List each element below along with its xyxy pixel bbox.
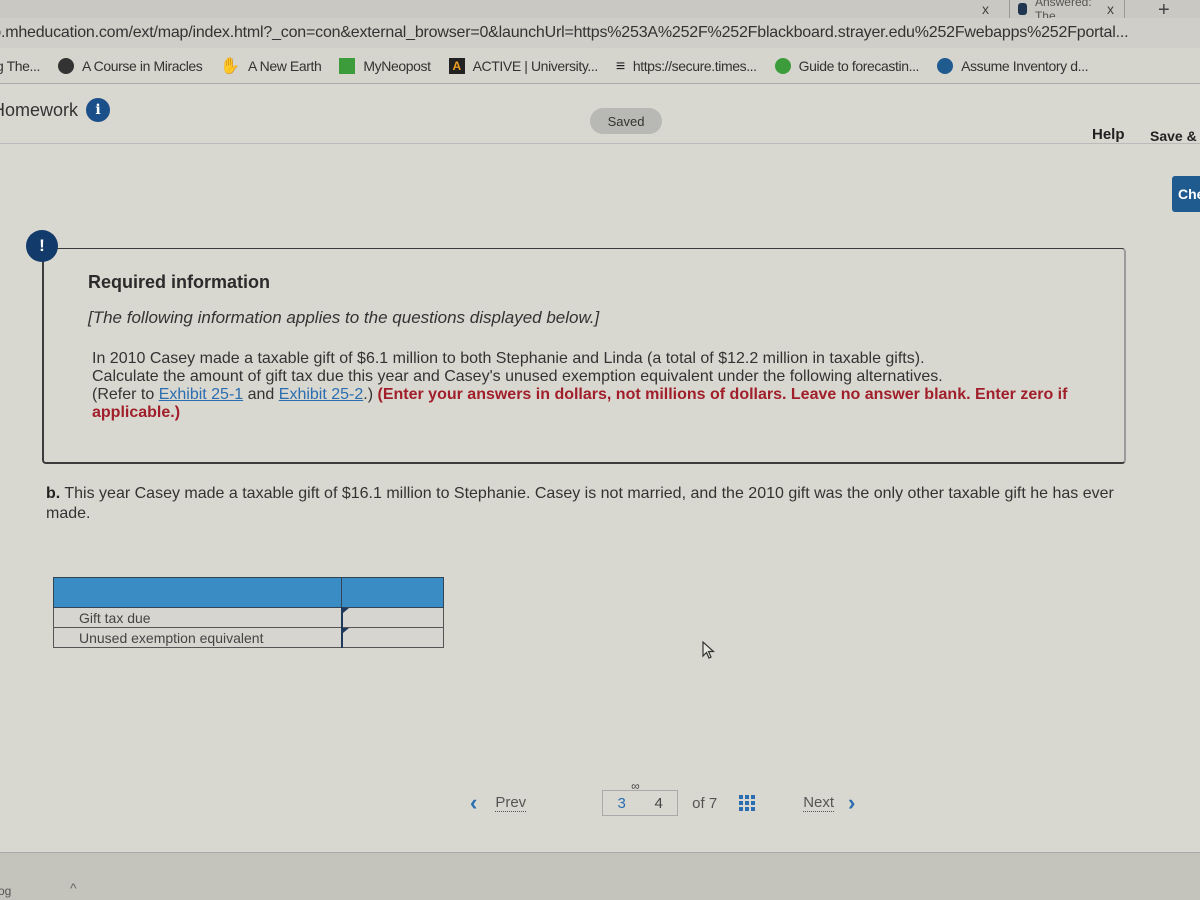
browser-tab[interactable]: x (930, 0, 1010, 18)
browser-tab-answered[interactable]: Answered: The x (1010, 0, 1125, 23)
hand-icon: ✋ (220, 57, 240, 75)
prev-label: Prev (495, 794, 527, 812)
bookmark-course-in-miracles[interactable]: A Course in Miracles (58, 57, 203, 74)
next-label: Next (803, 794, 835, 812)
pagination: ‹ Prev ∞ 3 4 of 7 Next › (470, 779, 855, 816)
row-label: Unused exemption equivalent (53, 627, 342, 648)
bookmark-label: Guide to forecastin... (798, 57, 920, 74)
header-cell-label (53, 577, 342, 608)
active-icon: A (448, 57, 465, 74)
prev-button[interactable]: ‹ Prev (470, 790, 527, 816)
bookmark-new-earth[interactable]: ✋ A New Earth (220, 56, 321, 76)
next-button[interactable]: Next › (803, 790, 855, 816)
page-number-4[interactable]: 4 (655, 795, 663, 812)
neopost-icon (339, 57, 356, 74)
required-info-note: [The following information applies to th… (88, 308, 600, 327)
header-cell-value (341, 577, 444, 608)
bookmark-label: MyNeopost (363, 57, 431, 74)
homework-title: Homework (0, 99, 79, 120)
gift-tax-due-cell[interactable] (340, 607, 444, 628)
assume-icon (937, 57, 954, 74)
saved-status-badge: Saved (590, 108, 662, 134)
bookmark-label: A Course in Miracles (82, 57, 203, 74)
table-row-gift-tax-due: Gift tax due (53, 607, 444, 628)
chevron-left-icon: ‹ (470, 790, 478, 815)
address-bar[interactable]: to.mheducation.com/ext/map/index.html?_c… (0, 18, 1200, 48)
mouse-cursor-icon (702, 641, 716, 659)
bookmark-assume-inventory[interactable]: Assume Inventory d... (937, 57, 1089, 74)
tab-strip: x Answered: The x + (0, 0, 1200, 23)
and-text: and (243, 386, 279, 403)
close-tab-icon[interactable]: x (1107, 1, 1114, 17)
bottom-bar (0, 852, 1200, 900)
bookmark-guide-forecasting[interactable]: Guide to forecastin... (774, 57, 920, 74)
caret-up-icon[interactable]: ^ (70, 880, 77, 896)
info-icon[interactable]: i (86, 98, 111, 122)
exhibit-25-1-link[interactable]: Exhibit 25-1 (159, 386, 244, 403)
bookmark-item[interactable]: g The... (0, 58, 40, 74)
bookmark-myneopost[interactable]: MyNeopost (339, 57, 431, 74)
question-label: b. (46, 485, 61, 502)
body-refer-line: (Refer to Exhibit 25-1 and Exhibit 25-2.… (92, 386, 1072, 422)
question-text: b. This year Casey made a taxable gift o… (46, 484, 1116, 524)
page-title: Homework i (0, 98, 111, 122)
bookmark-label: A New Earth (247, 57, 322, 74)
page-selector: ∞ 3 4 (602, 779, 679, 816)
bookmark-label: g The... (0, 57, 41, 74)
check-my-work-button[interactable]: Che (1172, 176, 1200, 212)
link-icon: ∞ (631, 779, 640, 793)
table-header-row (53, 577, 444, 608)
unused-exemption-cell[interactable] (340, 627, 444, 648)
url-text[interactable]: to.mheducation.com/ext/map/index.html?_c… (0, 24, 1129, 42)
unused-exemption-input[interactable] (342, 628, 443, 647)
refer-suffix: .) (363, 386, 378, 403)
chevron-right-icon: › (848, 790, 856, 815)
exhibit-25-2-link[interactable]: Exhibit 25-2 (279, 386, 364, 403)
footer-text: og (0, 884, 12, 898)
required-info-body: In 2010 Casey made a taxable gift of $6.… (92, 350, 1072, 422)
refer-prefix: (Refer to (92, 386, 159, 403)
table-row-unused-exemption: Unused exemption equivalent (53, 627, 444, 648)
times-icon: ≡ (615, 57, 625, 75)
gift-tax-due-input[interactable] (342, 608, 443, 627)
bookmark-label: ACTIVE | University... (472, 57, 599, 74)
page-header: Homework i Saved Help Save & E (0, 84, 1200, 144)
question-body: This year Casey made a taxable gift of $… (46, 485, 1114, 522)
bookmark-secure-times[interactable]: ≡ https://secure.times... (615, 57, 757, 75)
globe-icon (58, 57, 75, 74)
alert-icon: ! (26, 230, 58, 262)
page-total: of 7 (692, 794, 718, 812)
required-info-title: Required information (88, 272, 271, 292)
bookmark-active-university[interactable]: A ACTIVE | University... (448, 57, 599, 74)
body-line-1: In 2010 Casey made a taxable gift of $6.… (92, 350, 925, 367)
bookmark-label: https://secure.times... (632, 57, 757, 74)
row-label: Gift tax due (53, 607, 342, 628)
body-line-2: Calculate the amount of gift tax due thi… (92, 368, 943, 385)
bookmarks-bar: g The... A Course in Miracles ✋ A New Ea… (0, 48, 1200, 84)
page-number-3[interactable]: 3 (618, 795, 626, 812)
save-exit-link[interactable]: Save & E (1150, 128, 1200, 144)
close-tab-icon[interactable]: x (982, 1, 989, 17)
help-link[interactable]: Help (1092, 126, 1125, 143)
tab-favicon-icon (1018, 3, 1027, 15)
guide-icon (774, 57, 791, 74)
grid-view-icon[interactable] (739, 795, 756, 811)
bookmark-label: Assume Inventory d... (961, 57, 1089, 74)
answer-table: Gift tax due Unused exemption equivalent (53, 577, 444, 648)
